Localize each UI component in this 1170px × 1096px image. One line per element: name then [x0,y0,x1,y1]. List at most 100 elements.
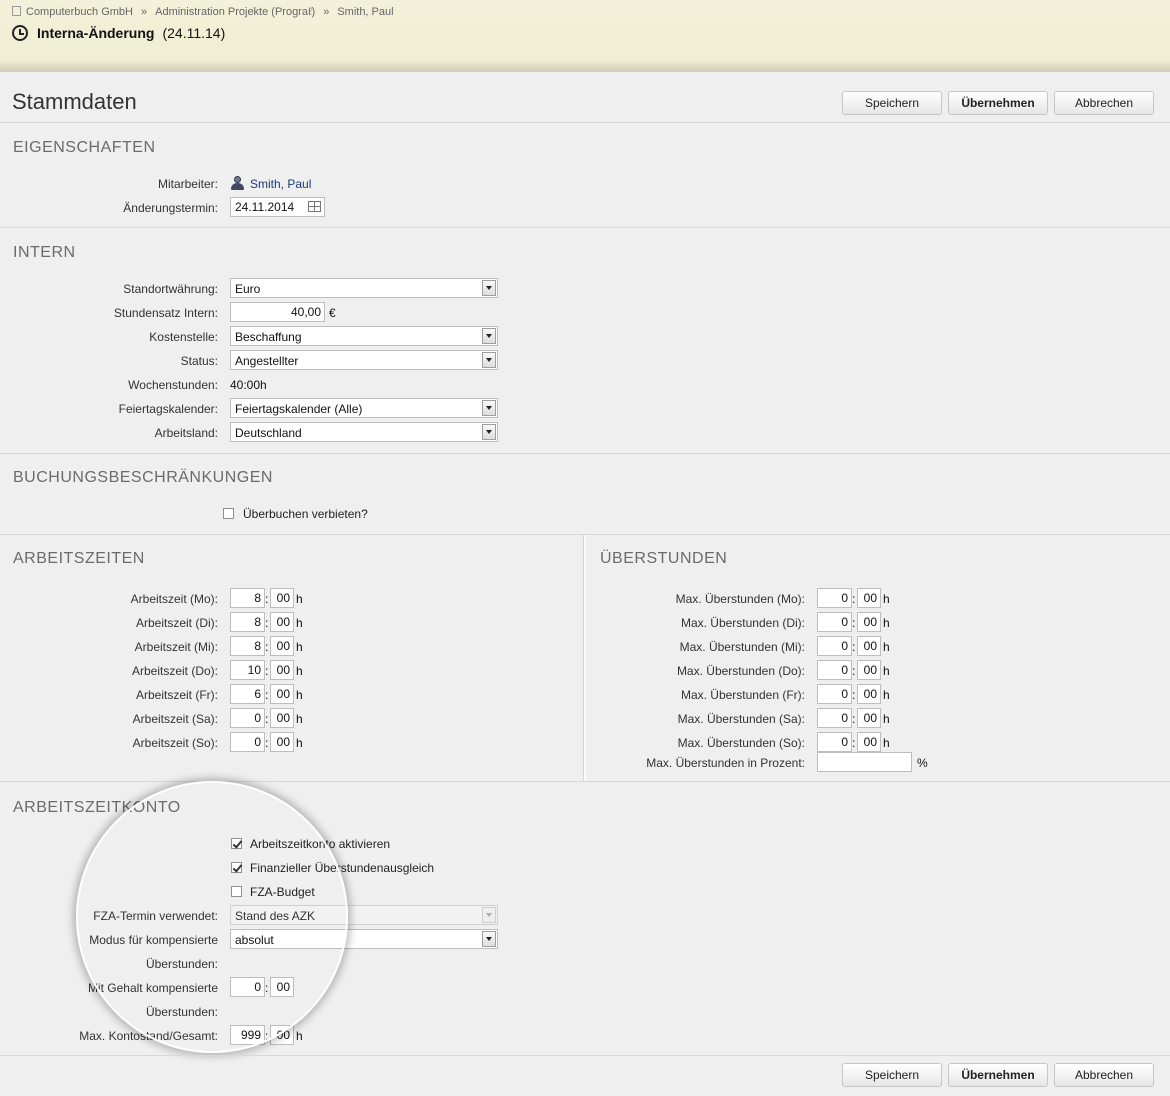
max-ueberstunden-hours-input[interactable]: 0 [817,708,852,728]
currency-unit: € [329,306,336,320]
time-colon: : [852,664,856,678]
fza-budget-checkbox[interactable] [231,886,242,897]
arbeitszeit-minutes-input[interactable]: 00 [270,732,294,752]
arbeitszeit-hours-input[interactable]: 6 [230,684,265,704]
finanzieller-ausgleich-label: Finanzieller Überstundenausgleich [250,861,435,875]
kostenstelle-select[interactable]: Beschaffung [230,326,498,346]
arbeitszeit-label: Arbeitszeit (Mi): [134,640,218,654]
breadcrumb-item-person[interactable]: Smith, Paul [337,6,393,18]
breadcrumb-separator: » [141,6,148,18]
arbeitszeit-hours-input[interactable]: 10 [230,660,265,680]
max-ueberstunden-minutes-input[interactable]: 00 [857,660,881,680]
mitarbeiter-label: Mitarbeiter: [157,177,218,191]
hour-unit: h [296,712,303,726]
arbeitszeit-minutes-input[interactable]: 00 [270,660,294,680]
dropdown-arrow-icon[interactable] [482,280,496,296]
gehalt-minutes-input[interactable]: 00 [270,977,294,997]
ueberstunden-prozent-label: Max. Überstunden in Prozent: [646,756,805,770]
max-ueberstunden-label: Max. Überstunden (Di): [680,616,805,630]
max-ueberstunden-label: Max. Überstunden (Fr): [680,688,805,702]
max-kontostand-minutes-input[interactable]: 00 [270,1025,294,1045]
gehalt-hours-input[interactable]: 0 [230,977,265,997]
max-ueberstunden-label: Max. Überstunden (Sa): [677,712,805,726]
dropdown-arrow-icon[interactable] [482,328,496,344]
window-title: Interna-Änderung (24.11.14) [12,25,225,41]
max-ueberstunden-hours-input[interactable]: 0 [817,612,852,632]
max-ueberstunden-hours-input[interactable]: 0 [817,636,852,656]
time-colon: : [265,1029,269,1043]
hour-unit: h [296,664,303,678]
azk-aktivieren-checkbox[interactable] [231,838,242,849]
fza-termin-label: FZA-Termin verwendet: [93,909,218,923]
column-divider [583,535,586,782]
cancel-button[interactable]: Abbrechen [1054,91,1154,115]
max-ueberstunden-minutes-input[interactable]: 00 [857,588,881,608]
arbeitsland-label: Arbeitsland: [154,426,218,440]
section-heading-eigenschaften: EIGENSCHAFTEN [13,139,156,156]
arbeitszeit-label: Arbeitszeit (So): [132,736,218,750]
status-select[interactable]: Angestellter [230,350,498,370]
max-ueberstunden-hours-input[interactable]: 0 [817,588,852,608]
arbeitszeit-minutes-input[interactable]: 00 [270,636,294,656]
section-heading-arbeitszeiten: ARBEITSZEITEN [13,550,145,567]
hour-unit: h [883,688,890,702]
calendar-icon[interactable] [308,201,321,212]
hour-unit: h [296,688,303,702]
gehalt-kompensiert-label-line2: Überstunden: [145,1005,218,1019]
cancel-button-bottom[interactable]: Abbrechen [1054,1063,1154,1087]
hour-unit: h [296,640,303,654]
modus-select[interactable]: absolut [230,929,498,949]
time-colon: : [852,688,856,702]
mitarbeiter-link[interactable]: Smith, Paul [250,177,311,191]
dropdown-arrow-icon[interactable] [482,400,496,416]
arbeitszeit-hours-input[interactable]: 8 [230,636,265,656]
max-ueberstunden-minutes-input[interactable]: 00 [857,684,881,704]
time-colon: : [265,981,269,995]
hour-unit: h [883,736,890,750]
arbeitszeit-label: Arbeitszeit (Sa): [132,712,218,726]
arbeitszeit-minutes-input[interactable]: 00 [270,684,294,704]
arbeitsland-select[interactable]: Deutschland [230,422,498,442]
ueberstunden-prozent-input[interactable] [817,752,912,772]
breadcrumb-item-company[interactable]: Computerbuch GmbH [26,6,133,18]
standortwaehrung-label: Standortwährung: [123,282,218,296]
wochenstunden-value: 40:00h [230,378,267,392]
max-ueberstunden-hours-input[interactable]: 0 [817,684,852,704]
arbeitszeit-minutes-input[interactable]: 00 [270,708,294,728]
arbeitszeit-label: Arbeitszeit (Fr): [135,688,218,702]
save-button[interactable]: Speichern [842,91,942,115]
arbeitszeit-minutes-input[interactable]: 00 [270,612,294,632]
dropdown-arrow-icon[interactable] [482,352,496,368]
arbeitszeit-hours-input[interactable]: 8 [230,588,265,608]
max-ueberstunden-hours-input[interactable]: 0 [817,732,852,752]
save-button-bottom[interactable]: Speichern [842,1063,942,1087]
section-heading-ueberstunden: ÜBERSTUNDEN [600,550,728,567]
dropdown-arrow-icon[interactable] [482,931,496,947]
max-ueberstunden-hours-input[interactable]: 0 [817,660,852,680]
max-ueberstunden-label: Max. Überstunden (Mi): [679,640,805,654]
standortwaehrung-select[interactable]: Euro [230,278,498,298]
finanzieller-ausgleich-checkbox[interactable] [231,862,242,873]
stundensatz-input[interactable]: 40,00 [230,302,325,322]
time-colon: : [265,736,269,750]
max-ueberstunden-minutes-input[interactable]: 00 [857,612,881,632]
feiertagskalender-select[interactable]: Feiertagskalender (Alle) [230,398,498,418]
hour-unit: h [296,616,303,630]
ueberbuchen-label: Überbuchen verbieten? [243,507,368,521]
arbeitszeit-hours-input[interactable]: 8 [230,612,265,632]
aenderungstermin-input[interactable]: 24.11.2014 [230,197,325,217]
arbeitszeit-minutes-input[interactable]: 00 [270,588,294,608]
arbeitszeit-hours-input[interactable]: 0 [230,708,265,728]
apply-button[interactable]: Übernehmen [948,91,1048,115]
hour-unit: h [296,1029,303,1043]
max-ueberstunden-minutes-input[interactable]: 00 [857,708,881,728]
ueberbuchen-checkbox[interactable] [223,508,234,519]
dropdown-arrow-icon[interactable] [482,424,496,440]
apply-button-bottom[interactable]: Übernehmen [948,1063,1048,1087]
breadcrumb-item-project[interactable]: Administration Projekte (Prograℓ) [155,6,315,18]
max-ueberstunden-minutes-input[interactable]: 00 [857,636,881,656]
arbeitszeit-hours-input[interactable]: 0 [230,732,265,752]
max-ueberstunden-minutes-input[interactable]: 00 [857,732,881,752]
stopwatch-icon [12,25,28,41]
max-kontostand-hours-input[interactable]: 999 [230,1025,265,1045]
